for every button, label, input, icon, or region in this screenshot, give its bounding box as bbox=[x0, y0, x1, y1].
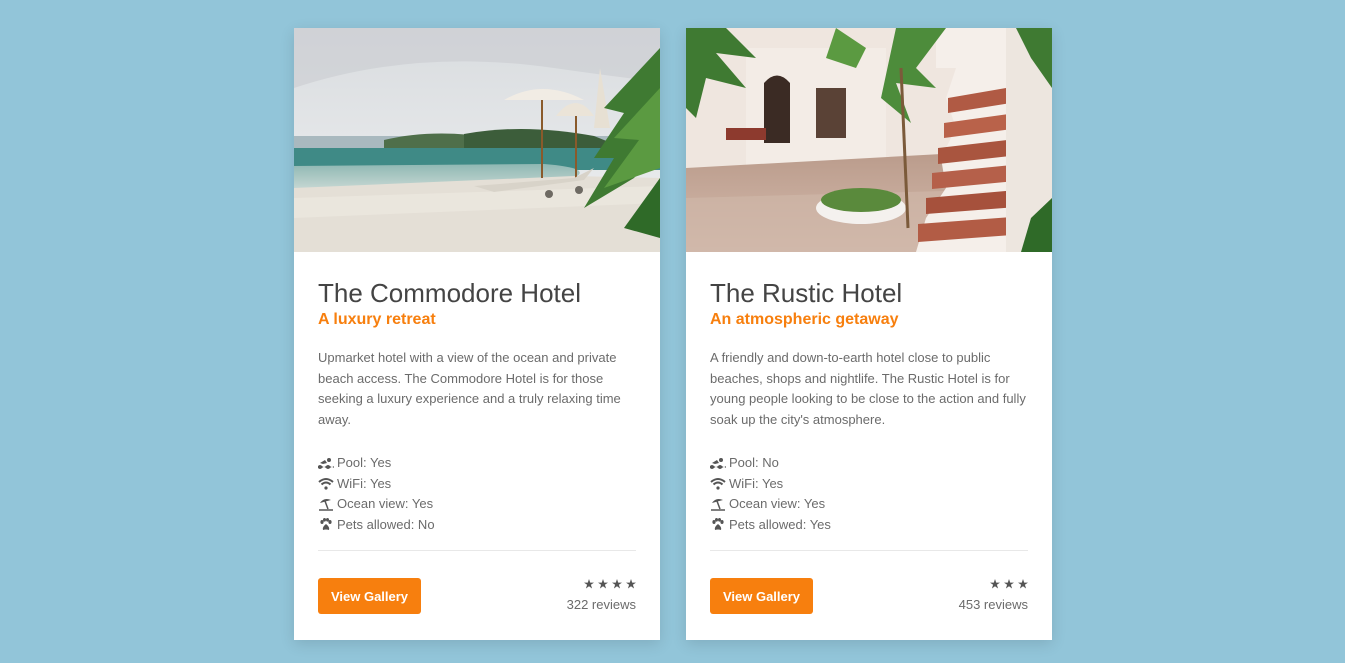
hotel-photo-courtyard bbox=[686, 28, 1052, 252]
review-count: 322 reviews bbox=[566, 597, 636, 612]
paw-icon bbox=[318, 518, 334, 532]
view-gallery-button[interactable]: View Gallery bbox=[710, 578, 813, 614]
amenity-pets: Pets allowed: Yes bbox=[710, 515, 1028, 536]
wifi-icon bbox=[710, 477, 726, 491]
amenity-ocean-view: Ocean view: Yes bbox=[318, 494, 636, 515]
umbrella-beach-icon bbox=[318, 497, 334, 511]
amenities-list: Pool: Yes WiFi: Yes Ocean view: Yes Pets… bbox=[318, 453, 636, 535]
star-rating bbox=[959, 576, 1028, 592]
hotel-title: The Rustic Hotel bbox=[710, 278, 903, 308]
hotel-title: The Commodore Hotel bbox=[318, 278, 581, 308]
hotel-card-rustic: The Rustic Hotel An atmospheric getaway … bbox=[686, 28, 1052, 640]
swimmer-icon bbox=[318, 456, 334, 470]
star-icon bbox=[612, 579, 622, 589]
amenity-label: Pool: No bbox=[729, 455, 779, 470]
amenity-label: Ocean view: Yes bbox=[337, 496, 434, 511]
amenity-pets: Pets allowed: No bbox=[318, 515, 636, 536]
amenity-label: WiFi: Yes bbox=[729, 475, 784, 491]
view-gallery-button[interactable]: View Gallery bbox=[318, 578, 421, 614]
review-count: 453 reviews bbox=[958, 597, 1028, 612]
swimmer-icon bbox=[710, 456, 726, 470]
hotel-photo-pool bbox=[294, 28, 660, 252]
amenity-label: WiFi: Yes bbox=[337, 475, 392, 491]
amenity-wifi: WiFi: Yes bbox=[318, 474, 636, 495]
umbrella-beach-icon bbox=[710, 497, 726, 511]
amenity-label: Pets allowed: Yes bbox=[729, 516, 831, 532]
hotel-cards: The Commodore Hotel A luxury retreat Upm… bbox=[294, 28, 1052, 640]
star-icon bbox=[598, 579, 608, 589]
star-icon bbox=[1004, 579, 1014, 589]
amenities-list: Pool: No WiFi: Yes Ocean view: Yes Pets … bbox=[710, 453, 1028, 535]
amenity-pool: Pool: No bbox=[710, 453, 1028, 474]
hotel-subtitle: A luxury retreat bbox=[318, 311, 436, 328]
star-icon bbox=[1018, 579, 1028, 589]
star-icon bbox=[990, 579, 1000, 589]
amenity-pool: Pool: Yes bbox=[318, 453, 636, 474]
amenity-label: Ocean view: Yes bbox=[729, 496, 826, 511]
amenity-ocean-view: Ocean view: Yes bbox=[710, 494, 1028, 515]
star-rating bbox=[567, 576, 636, 592]
rating: 322 reviews bbox=[567, 576, 636, 613]
star-icon bbox=[584, 579, 594, 589]
star-icon bbox=[626, 579, 636, 589]
amenity-label: Pool: Yes bbox=[337, 455, 392, 470]
card-divider bbox=[710, 550, 1028, 551]
hotel-description: A friendly and down-to-earth hotel close… bbox=[710, 350, 1026, 427]
amenity-label: Pets allowed: No bbox=[337, 516, 435, 532]
card-divider bbox=[318, 550, 636, 551]
rating: 453 reviews bbox=[959, 576, 1028, 613]
wifi-icon bbox=[318, 477, 334, 491]
paw-icon bbox=[710, 518, 726, 532]
amenity-wifi: WiFi: Yes bbox=[710, 474, 1028, 495]
hotel-card-commodore: The Commodore Hotel A luxury retreat Upm… bbox=[294, 28, 660, 640]
hotel-description: Upmarket hotel with a view of the ocean … bbox=[318, 350, 621, 427]
hotel-subtitle: An atmospheric getaway bbox=[710, 311, 899, 328]
